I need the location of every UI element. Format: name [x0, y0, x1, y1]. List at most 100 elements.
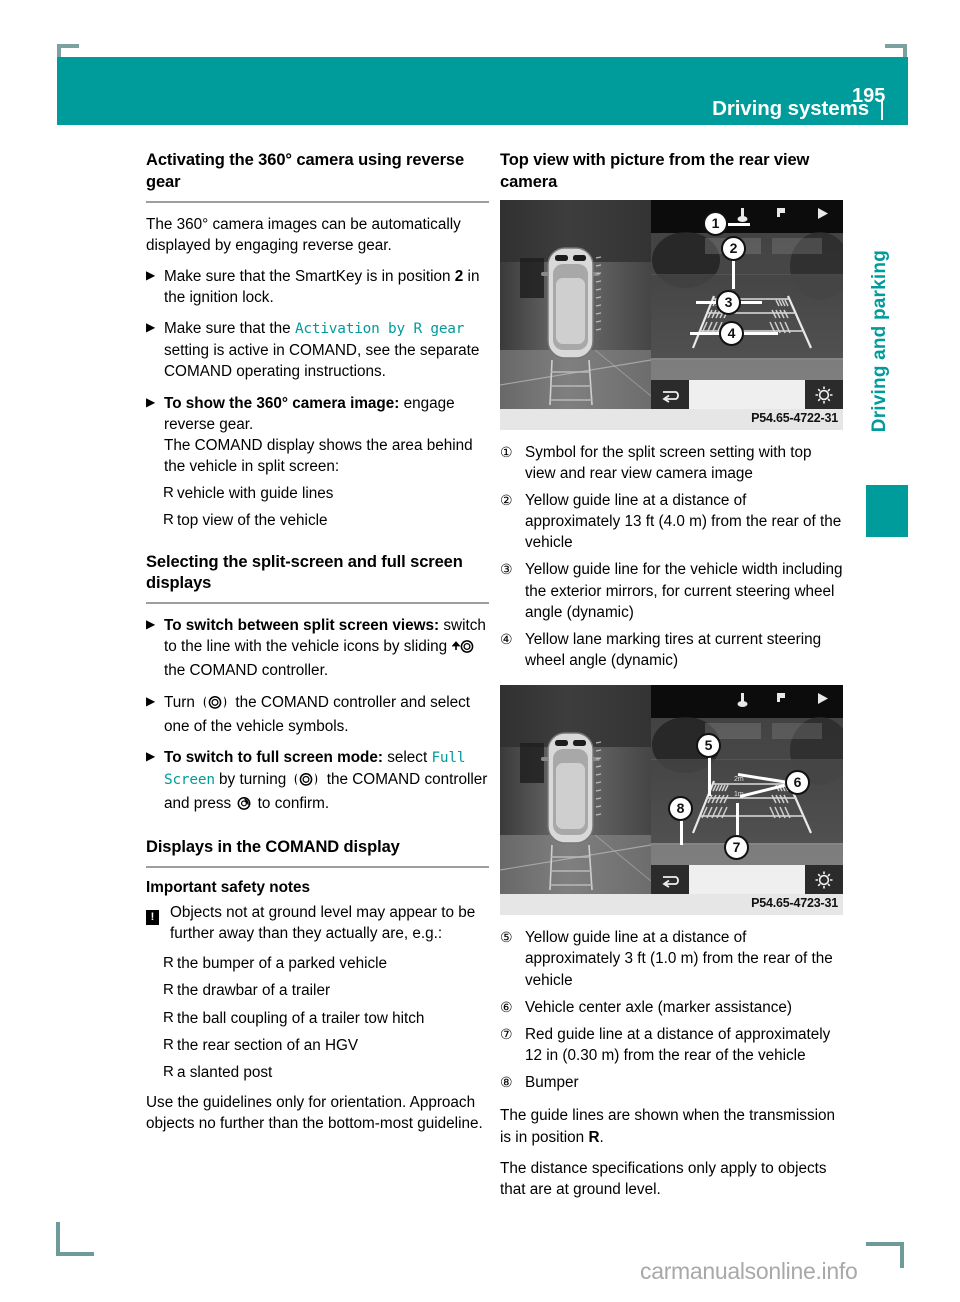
page-number: 195: [852, 85, 886, 107]
step-smartkey: ▶ Make sure that the SmartKey is in posi…: [146, 266, 489, 308]
callout-description: Symbol for the split screen setting with…: [525, 443, 812, 482]
list-item: R the ball coupling of a trailer tow hit…: [146, 1008, 489, 1029]
comand-setting-name: Activation by R gear: [294, 321, 465, 338]
figure-1-image: 1 2 3 4: [500, 199, 843, 409]
section-heading-selecting: Selecting the split-screen and full scre…: [146, 552, 463, 593]
callout-number-1: ①: [500, 443, 513, 460]
bullet-text: top view of the vehicle: [177, 512, 328, 530]
step-text-part-a: Make sure that the: [164, 320, 295, 338]
step-arrow-icon: ▶: [146, 693, 156, 708]
right-column: Top view with picture from the rear view…: [500, 150, 843, 1210]
step-lead-in: To switch between split screen views:: [164, 617, 440, 635]
heading-rule: [146, 865, 489, 868]
comand-screen-illustration-1: [500, 199, 843, 409]
callout-number-5: ⑤: [500, 929, 513, 946]
step-text: To show the 360° camera image: engage re…: [164, 393, 489, 478]
bullet-dot-icon: R: [163, 1008, 174, 1026]
figure-top-view-rear-camera: 1 2 3 4 P54.65-4722-31: [500, 199, 843, 430]
list-item: R a slanted post: [146, 1062, 489, 1083]
crop-mark-bottom-left-h: [56, 1252, 94, 1256]
note-text-part-b: .: [599, 1128, 604, 1146]
figure-2-image: 2m 1m 5: [500, 685, 843, 895]
step-text-part-b: the COMAND controller.: [164, 662, 329, 680]
callout-4: 4: [719, 320, 744, 346]
bullet-text: a slanted post: [177, 1064, 273, 1081]
step-lead-in: To switch to full screen mode:: [164, 748, 383, 766]
manual-page: Driving systems 195 Driving and parking …: [0, 0, 960, 1302]
watermark: carmanualsonline.info: [640, 1258, 858, 1284]
step-show-camera: ▶ To show the 360° camera image: engage …: [146, 393, 489, 478]
step-text-part-b: by turning: [214, 770, 291, 788]
callout-description: Yellow lane marking tires at current ste…: [525, 630, 822, 670]
step-text: To switch to full screen mode: select Fu…: [164, 747, 489, 817]
figure-2-caption-text: P54.65-4723-31: [751, 896, 838, 911]
figure-guide-lines-detail: 2m 1m 5: [500, 685, 843, 916]
bullet-dot-icon: R: [163, 954, 174, 972]
callout-number-4: ④: [500, 630, 513, 647]
step-continuation: The COMAND display shows the area behind…: [164, 436, 473, 476]
heading-rule: [146, 200, 489, 203]
bullet-dot-icon: R: [163, 1063, 174, 1080]
list-item: R top view of the vehicle: [146, 510, 489, 531]
guide-lines-note: The guide lines are shown when the trans…: [500, 1105, 843, 1147]
bullet-dot-icon: R: [163, 484, 174, 502]
step-arrow-icon: ▶: [146, 617, 156, 632]
callout-description: Bumper: [525, 1074, 579, 1092]
callout-description: Yellow guide line for the vehicle width …: [525, 561, 843, 621]
step-text-part-b: setting is active in COMAND, see the sep…: [164, 342, 480, 381]
callout-list-item: ③ Yellow guide line for the vehicle widt…: [500, 559, 843, 623]
distance-note: The distance specifications only apply t…: [500, 1159, 827, 1198]
controller-press-icon: [236, 796, 252, 817]
bullet-dot-icon: R: [163, 511, 174, 529]
step-arrow-icon: ▶: [146, 394, 156, 409]
note-text-part-a: The guide lines are shown when the trans…: [500, 1107, 836, 1146]
list-item: R the rear section of an HGV: [146, 1035, 489, 1056]
subheading-safety-notes: Important safety notes: [146, 878, 311, 896]
callout-1: 1: [703, 210, 728, 236]
closing-paragraph: Use the guidelines only for orientation.…: [146, 1094, 483, 1133]
leader-line: [708, 753, 711, 797]
controller-turn-icon: [200, 695, 230, 716]
bullet-text: the drawbar of a trailer: [177, 982, 331, 1000]
step-lead-in: To show the 360° camera image:: [164, 394, 400, 412]
callout-number-3: ③: [500, 561, 513, 578]
side-tab-label: Driving and parking: [869, 250, 890, 433]
step-switch-split-views: ▶ To switch between split screen views: …: [146, 615, 489, 682]
callout-description: Vehicle center axle (marker assistance): [525, 998, 792, 1016]
bullet-dot-icon: R: [163, 981, 174, 999]
step-text-part-a: Make sure that the SmartKey is in positi…: [164, 267, 455, 285]
bullet-text: the rear section of an HGV: [177, 1036, 359, 1054]
step-text-part-a: Turn: [164, 693, 200, 711]
section-heading-top-view: Top view with picture from the rear view…: [500, 151, 810, 191]
step-text: Make sure that the SmartKey is in positi…: [164, 266, 489, 308]
warning-exclamation-icon: !: [146, 902, 170, 944]
step-text: Make sure that the Activation by R gear …: [164, 318, 489, 382]
heading-rule: [146, 602, 489, 605]
controller-slide-icon: [451, 639, 476, 660]
callout-description: Red guide line at a distance of approxim…: [525, 1025, 831, 1065]
warning-text: Objects not at ground level may appear t…: [170, 903, 476, 943]
page-header: Driving systems: [57, 57, 883, 125]
step-text: To switch between split screen views: sw…: [164, 615, 489, 682]
section-heading-displays: Displays in the COMAND display: [146, 838, 400, 857]
callout-list-item: ⑤ Yellow guide line at a distance of app…: [500, 927, 843, 991]
figure-1-caption: P54.65-4722-31: [500, 408, 843, 430]
gear-position-r: R: [588, 1128, 600, 1146]
bullet-text: vehicle with guide lines: [177, 485, 334, 503]
intro-paragraph: The 360° camera images can be automatica…: [146, 215, 461, 254]
list-item: R vehicle with guide lines: [146, 483, 489, 504]
crop-mark-bottom-right-v: [900, 1242, 904, 1268]
section-heading-activating: Activating the 360° camera using reverse…: [146, 151, 465, 191]
left-column: Activating the 360° camera using reverse…: [146, 150, 489, 1145]
callout-list-item: ① Symbol for the split screen setting wi…: [500, 442, 843, 484]
step-turn-controller: ▶ Turn the COMAND controller and select …: [146, 692, 489, 737]
callout-number-7: ⑦: [500, 1025, 513, 1042]
list-item: R the bumper of a parked vehicle: [146, 953, 489, 974]
leader-line: [732, 258, 735, 289]
step-arrow-icon: ▶: [146, 267, 156, 282]
bullet-text: the ball coupling of a trailer tow hitch: [177, 1009, 425, 1027]
leader-line: [728, 222, 750, 226]
callout-3: 3: [716, 289, 741, 315]
step-full-screen-mode: ▶ To switch to full screen mode: select …: [146, 747, 489, 817]
crop-mark-bottom-right-h: [866, 1242, 904, 1246]
